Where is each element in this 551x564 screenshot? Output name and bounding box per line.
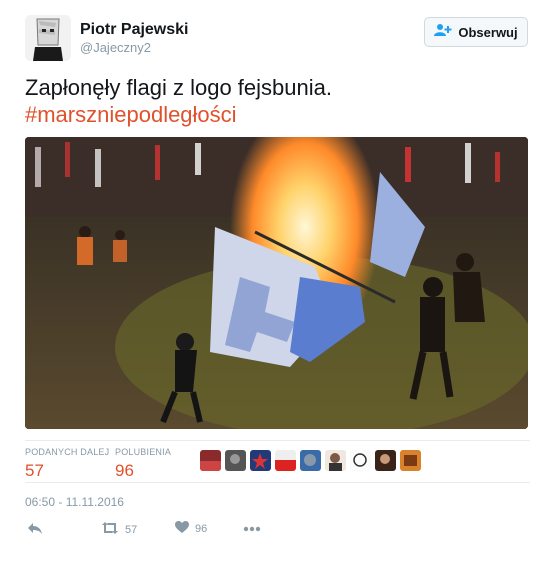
retweets-value: 57 bbox=[25, 461, 44, 480]
retweets-label: PODANYCH DALEJ bbox=[25, 447, 110, 457]
retweet-button[interactable]: 57 bbox=[101, 521, 137, 538]
heart-icon bbox=[175, 521, 189, 537]
divider bbox=[25, 440, 530, 441]
tweet-timestamp[interactable]: 06:50 - 11.11.2016 bbox=[25, 495, 124, 509]
tweet-body: Zapłonęły flagi z logo fejsbunia. bbox=[25, 75, 332, 100]
liker-avatar[interactable] bbox=[400, 450, 421, 471]
avatar[interactable] bbox=[25, 15, 71, 61]
tweet-text: Zapłonęły flagi z logo fejsbunia. #marsz… bbox=[25, 74, 525, 128]
user-handle[interactable]: @Jajeczny2 bbox=[80, 40, 151, 55]
likers-avatars bbox=[200, 450, 421, 471]
likes-value: 96 bbox=[115, 461, 134, 480]
user-name[interactable]: Piotr Pajewski bbox=[80, 21, 189, 39]
reply-button[interactable] bbox=[27, 521, 43, 538]
more-button[interactable] bbox=[243, 523, 261, 535]
add-user-icon bbox=[434, 23, 452, 42]
liker-avatar[interactable] bbox=[350, 450, 371, 471]
tweet-photo[interactable] bbox=[25, 137, 528, 429]
more-icon bbox=[243, 523, 261, 535]
liker-avatar[interactable] bbox=[250, 450, 271, 471]
tweet: Piotr Pajewski @Jajeczny2 Obserwuj Zapło… bbox=[0, 0, 551, 564]
retweet-icon bbox=[101, 521, 119, 538]
liker-avatar[interactable] bbox=[225, 450, 246, 471]
hashtag-link[interactable]: #marszniepodległości bbox=[25, 101, 525, 128]
follow-button-label: Obserwuj bbox=[458, 24, 518, 40]
liker-avatar[interactable] bbox=[300, 450, 321, 471]
liker-avatar[interactable] bbox=[200, 450, 221, 471]
like-button[interactable]: 96 bbox=[175, 521, 207, 537]
follow-button[interactable]: Obserwuj bbox=[424, 17, 528, 47]
liker-avatar[interactable] bbox=[275, 450, 296, 471]
likes-label: POLUBIENIA bbox=[115, 447, 172, 457]
likes-stat[interactable]: POLUBIENIA 96 bbox=[115, 447, 171, 481]
liker-avatar[interactable] bbox=[375, 450, 396, 471]
retweet-count: 57 bbox=[125, 523, 138, 536]
reply-icon bbox=[27, 521, 43, 538]
divider bbox=[25, 482, 530, 483]
liker-avatar[interactable] bbox=[325, 450, 346, 471]
like-count: 96 bbox=[195, 523, 208, 535]
retweet-stat[interactable]: PODANYCH DALEJ 57 bbox=[25, 447, 109, 481]
